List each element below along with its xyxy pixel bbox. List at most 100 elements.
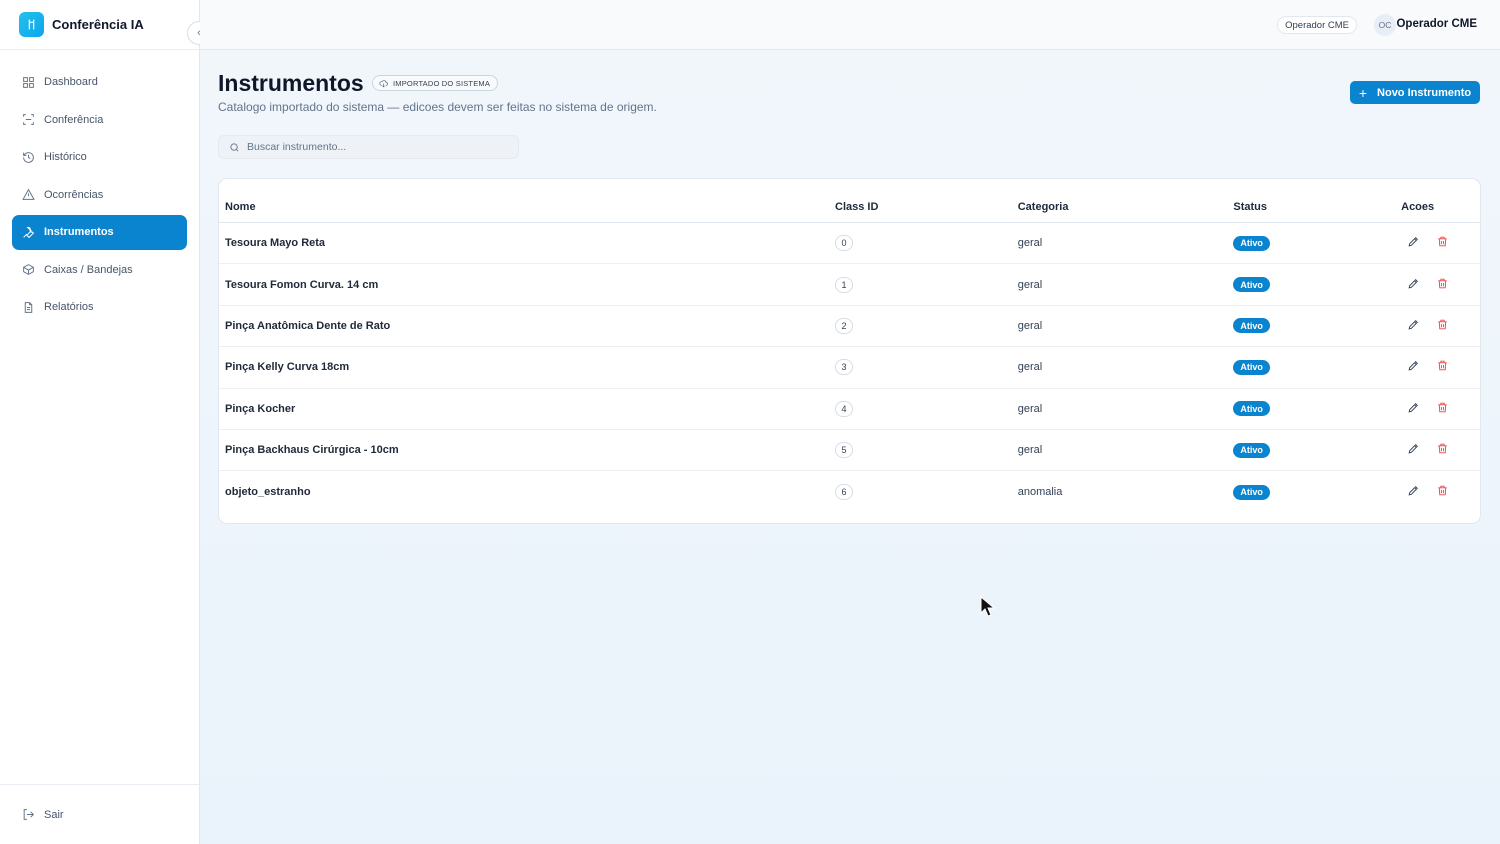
table-body: Tesoura Mayo Reta 0 geral Ativo Tesoura Fomo… — [219, 223, 1480, 513]
cell-name: objeto_estranho — [225, 486, 311, 499]
cell-category: geral — [1017, 319, 1043, 332]
cell-actions — [1395, 442, 1480, 458]
edit-button[interactable] — [1407, 318, 1420, 334]
class-id-pill: 1 — [835, 276, 854, 293]
delete-button[interactable] — [1436, 401, 1449, 417]
pencil-icon — [1408, 486, 1419, 496]
sidebar-item-dashboard[interactable]: Dashboard — [12, 65, 187, 100]
edit-button[interactable] — [1407, 235, 1420, 251]
status-badge: Ativo — [1233, 484, 1270, 500]
edit-button[interactable] — [1407, 401, 1420, 417]
delete-button[interactable] — [1436, 359, 1449, 375]
cell-class-id: 0 — [829, 235, 1012, 252]
cell-class-id: 6 — [829, 484, 1012, 501]
topbar: Operador CME OC Operador CME — [200, 0, 1500, 50]
brand-logo-icon — [19, 12, 44, 37]
search-input[interactable] — [247, 141, 497, 153]
cell-category: anomalia — [1017, 486, 1063, 499]
status-badge: Ativo — [1233, 401, 1270, 417]
cell-name: Tesoura Mayo Reta — [225, 237, 326, 250]
import-badge: IMPORTADO DO SISTEMA — [372, 75, 499, 91]
delete-button[interactable] — [1436, 277, 1449, 293]
cell-status: Ativo — [1227, 235, 1395, 251]
cell-status: Ativo — [1227, 318, 1395, 334]
cell-class-id: 3 — [829, 359, 1012, 376]
import-badge-label: IMPORTADO DO SISTEMA — [393, 78, 491, 88]
new-instrument-label: Novo Instrumento — [1377, 86, 1472, 99]
sidebar-item-label: Relatórios — [44, 301, 94, 313]
header-category[interactable]: Categoria — [1012, 201, 1228, 213]
cell-class-id: 2 — [829, 317, 1012, 334]
header-name[interactable]: Nome — [219, 201, 829, 213]
search-box[interactable] — [218, 135, 519, 159]
cell-category: geral — [1017, 361, 1043, 374]
cell-actions — [1395, 359, 1480, 375]
brand: Conferência IA — [0, 0, 199, 50]
table-row[interactable]: Pinça Backhaus Cirúrgica - 10cm 5 geral Ati… — [219, 430, 1480, 472]
edit-button[interactable] — [1407, 484, 1420, 500]
brand-name: Conferência IA — [52, 17, 144, 32]
page-title: Instrumentos — [218, 70, 364, 96]
sidebar-item-label: Dashboard — [44, 76, 98, 88]
delete-button[interactable] — [1436, 235, 1449, 251]
logout-button[interactable]: Sair — [0, 784, 199, 844]
pencil-icon — [1408, 320, 1419, 330]
user-name[interactable]: Operador CME — [1396, 18, 1477, 30]
table-row[interactable]: Tesoura Fomon Curva. 14 cm 1 geral Ativo — [219, 264, 1480, 306]
trash-icon — [1438, 361, 1447, 371]
logout-icon — [23, 809, 35, 820]
header-class-id[interactable]: Class ID — [829, 201, 1012, 213]
trash-icon — [1438, 236, 1447, 247]
cell-name: Pinça Anatômica Dente de Rato — [225, 319, 391, 332]
table-row[interactable]: Tesoura Mayo Reta 0 geral Ativo — [219, 223, 1480, 265]
sidebar-item-instrumentos[interactable]: Instrumentos — [12, 214, 187, 250]
delete-button[interactable] — [1436, 318, 1449, 334]
cell-status: Ativo — [1227, 401, 1395, 417]
edit-button[interactable] — [1407, 442, 1420, 458]
status-badge: Ativo — [1233, 359, 1270, 375]
delete-button[interactable] — [1436, 484, 1449, 500]
new-instrument-button[interactable]: + Novo Instrumento — [1350, 81, 1480, 104]
edit-button[interactable] — [1407, 359, 1420, 375]
table-row[interactable]: Pinça Kelly Curva 18cm 3 geral Ativo — [219, 347, 1480, 389]
cell-category: geral — [1017, 278, 1043, 291]
cell-class-id: 1 — [829, 276, 1012, 293]
sidebar-item-label: Conferência — [44, 113, 104, 126]
cell-name: Pinça Kelly Curva 18cm — [225, 361, 350, 374]
sidebar-nav: Dashboard Conferência Histórico Ocorrênc… — [0, 50, 199, 325]
pencil-icon — [1408, 278, 1419, 289]
cell-actions — [1395, 484, 1480, 500]
cell-category: geral — [1017, 402, 1043, 415]
box-icon — [23, 264, 34, 275]
sidebar-item-relatorios[interactable]: Relatórios — [12, 290, 187, 325]
cell-name: Tesoura Fomon Curva. 14 cm — [225, 278, 379, 291]
table-row[interactable]: Pinça Anatômica Dente de Rato 2 geral Ativo — [219, 306, 1480, 348]
cell-category: geral — [1017, 237, 1043, 250]
table-row[interactable]: Pinça Kocher 4 geral Ativo — [219, 389, 1480, 430]
class-id-pill: 2 — [835, 317, 854, 334]
instruments-table: Nome Class ID Categoria Status Acoes Tes… — [218, 178, 1481, 524]
cell-name: Pinça Backhaus Cirúrgica - 10cm — [225, 444, 399, 457]
sidebar-item-historico[interactable]: Histórico — [12, 140, 187, 175]
status-badge: Ativo — [1233, 235, 1270, 251]
avatar[interactable]: OC — [1374, 14, 1396, 36]
sidebar: Conferência IA ‹ Dashboard Conferência H… — [0, 0, 211, 844]
sidebar-item-caixas-bandejas[interactable]: Caixas / Bandejas — [12, 252, 187, 287]
cell-status: Ativo — [1227, 359, 1395, 375]
cell-class-id: 4 — [829, 400, 1012, 417]
trash-icon — [1438, 485, 1447, 496]
scan-icon — [23, 114, 34, 125]
main-content: Instrumentos IMPORTADO DO SISTEMA Catalo… — [200, 50, 1500, 844]
file-text-icon — [24, 301, 33, 313]
sidebar-item-ocorrencias[interactable]: Ocorrências — [12, 177, 187, 212]
table-row[interactable]: objeto_estranho 6 anomalia Ativo — [219, 471, 1480, 512]
delete-button[interactable] — [1436, 442, 1449, 458]
class-id-pill: 0 — [835, 235, 854, 252]
class-id-pill: 6 — [835, 484, 854, 501]
edit-button[interactable] — [1407, 277, 1420, 293]
sidebar-item-label: Instrumentos — [44, 226, 114, 238]
header-status[interactable]: Status — [1227, 201, 1395, 213]
sidebar-item-conferencia[interactable]: Conferência — [12, 102, 187, 137]
trash-icon — [1438, 402, 1447, 413]
trash-icon — [1438, 278, 1447, 288]
